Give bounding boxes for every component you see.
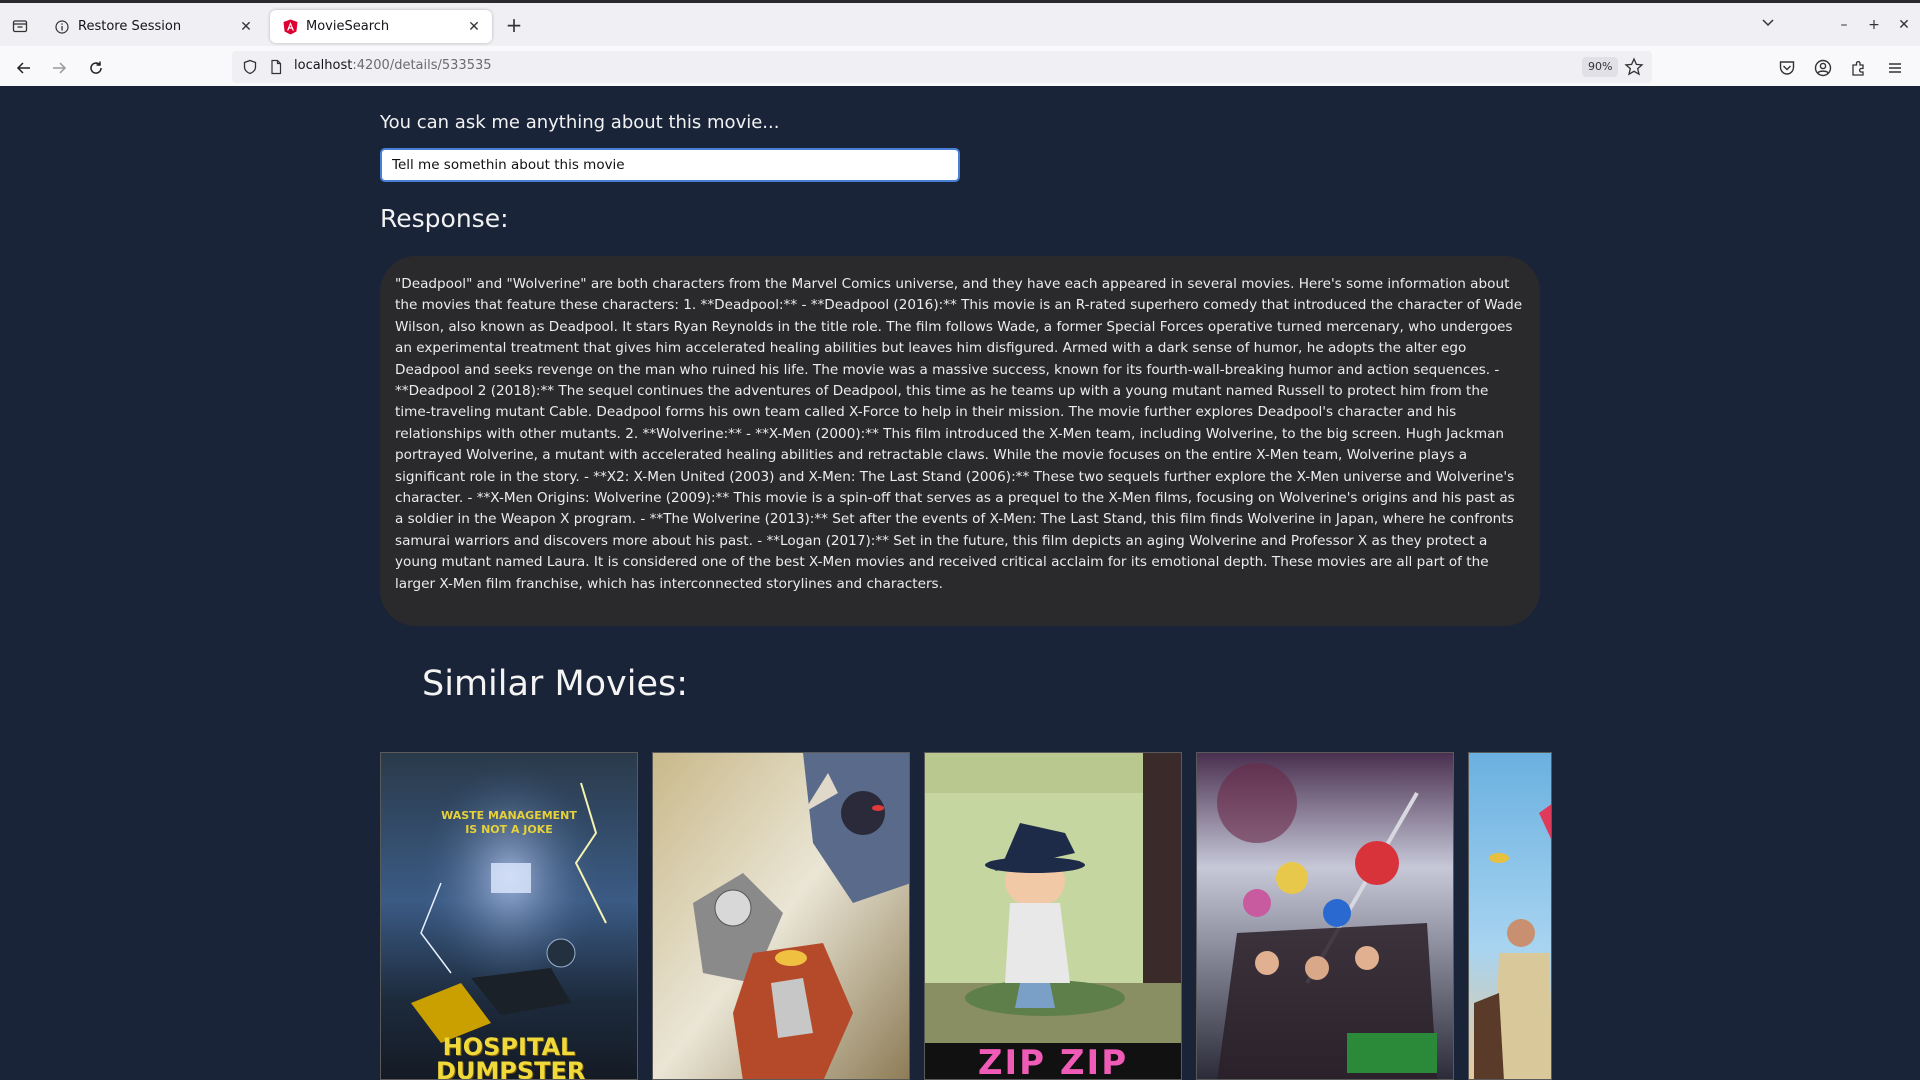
account-icon[interactable] [1812,57,1834,79]
page-icon[interactable] [268,59,284,75]
poster-artwork [1469,753,1551,1079]
movie-poster-card[interactable]: ZIP ZIP [924,752,1182,1080]
response-text: "Deadpool" and "Wolverine" are both char… [380,256,1540,626]
reload-icon[interactable] [82,54,110,82]
url-host: localhost [294,58,353,73]
movie-details-page: You can ask me anything about this movie… [0,86,1920,1080]
url-path: :4200/details/533535 [352,58,492,73]
movie-poster-card[interactable] [1468,752,1552,1080]
window-close-icon[interactable]: ✕ [1894,15,1914,35]
browser-chrome: Restore Session ✕ MovieSearch ✕ + – + ✕ [0,0,1920,89]
response-heading: Response: [380,204,509,233]
new-tab-icon[interactable]: + [502,14,526,38]
forward-arrow-icon[interactable] [45,54,73,82]
minimize-icon[interactable]: – [1834,15,1854,35]
extensions-icon[interactable] [1848,57,1870,79]
info-icon [54,19,70,35]
similar-movies-carousel: WASTE MANAGEMENT IS NOT A JOKE HOSPITAL … [380,752,1552,1080]
poster-artwork [653,753,909,1079]
angular-icon [282,19,298,35]
navigation-bar: localhost:4200/details/533535 90% [0,46,1920,89]
pocket-icon[interactable] [1776,57,1798,79]
ask-input[interactable] [380,148,960,182]
maximize-icon[interactable]: + [1864,15,1884,35]
shield-icon[interactable] [242,59,258,75]
tab-list-icon[interactable] [8,14,32,38]
ask-label: You can ask me anything about this movie… [380,112,780,133]
movie-poster-card[interactable] [1196,752,1454,1080]
tab-moviesearch[interactable]: MovieSearch ✕ [270,10,492,43]
hamburger-menu-icon[interactable] [1884,57,1906,79]
movie-poster-card[interactable]: WASTE MANAGEMENT IS NOT A JOKE HOSPITAL … [380,752,638,1080]
zoom-level-badge[interactable]: 90% [1582,57,1619,77]
bookmark-star-icon[interactable] [1624,57,1644,77]
tab-title: Restore Session [78,19,182,34]
poster-artwork [1197,753,1453,1079]
poster-artwork [381,753,637,1079]
similar-movies-heading: Similar Movies: [422,664,689,704]
poster-tagline: WASTE MANAGEMENT IS NOT A JOKE [441,809,577,836]
close-icon[interactable]: ✕ [464,17,484,37]
movie-poster-card[interactable] [652,752,910,1080]
close-icon[interactable]: ✕ [236,17,256,37]
tab-title: MovieSearch [306,19,390,34]
poster-title: HOSPITAL DUMPSTER [436,1033,586,1080]
poster-title: ZIP ZIP [977,1043,1129,1080]
back-arrow-icon[interactable] [10,54,38,82]
tab-overflow-chevron-icon[interactable] [1758,15,1778,35]
address-bar[interactable]: localhost:4200/details/533535 90% [232,51,1652,83]
tab-restore-session[interactable]: Restore Session ✕ [42,10,264,43]
url-text[interactable]: localhost:4200/details/533535 [294,58,492,73]
tab-bar: Restore Session ✕ MovieSearch ✕ + – + ✕ [0,6,1920,46]
poster-artwork [925,753,1181,1079]
